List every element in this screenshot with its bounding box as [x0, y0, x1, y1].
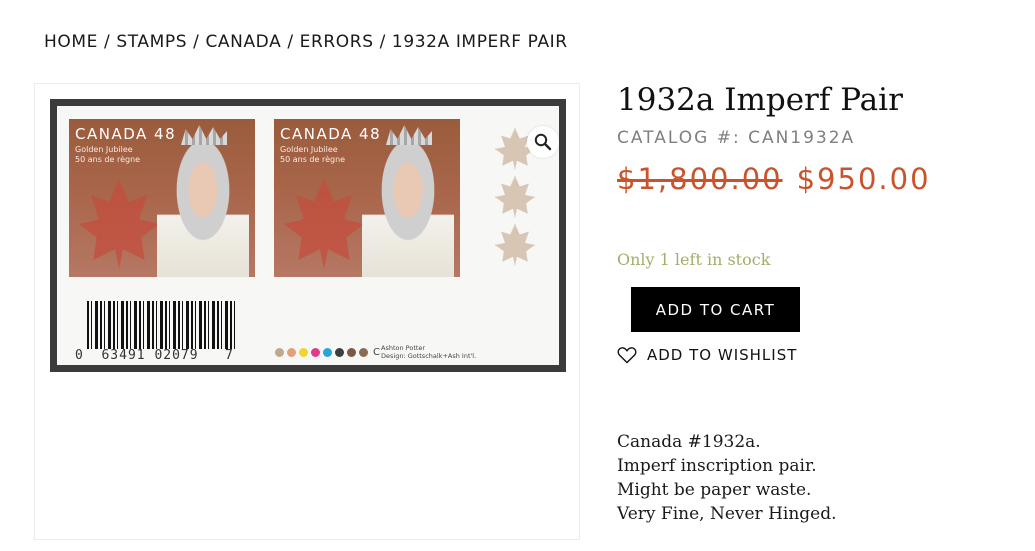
- color-dot: [335, 348, 344, 357]
- color-registration-dots: C: [275, 347, 380, 358]
- price-block: $1,800.00 $950.00: [617, 162, 1017, 196]
- stamp-subtitle-line1: Golden Jubilee: [75, 145, 133, 154]
- magnifier-icon: [534, 133, 552, 151]
- description-line: Might be paper waste.: [617, 480, 812, 500]
- breadcrumb-stamps[interactable]: STAMPS: [116, 32, 187, 52]
- sale-price: $950.00: [796, 162, 931, 196]
- stamp-title: CANADA 48: [75, 125, 177, 143]
- product-title: 1932a Imperf Pair: [617, 82, 903, 118]
- catalog-number: CATALOG #: CAN1932A: [617, 128, 1017, 148]
- stamp-subtitle-line1: Golden Jubilee: [280, 145, 338, 154]
- description-line: Canada #1932a.: [617, 432, 761, 452]
- catalog-value: CAN1932A: [748, 128, 856, 148]
- color-dot: [275, 348, 284, 357]
- original-price: $1,800.00: [617, 162, 783, 196]
- stamp-title: CANADA 48: [280, 125, 382, 143]
- stamp-right: CANADA 48 Golden Jubilee 50 ans de règne: [274, 119, 460, 277]
- color-dot: [311, 348, 320, 357]
- stamp-subtitle: Golden Jubilee 50 ans de règne: [75, 145, 140, 165]
- queen-portrait: [362, 137, 454, 277]
- color-dot: [347, 348, 356, 357]
- barcode: [87, 301, 235, 349]
- color-dot-suffix: C: [373, 347, 380, 358]
- stamp-paper: CANADA 48 Golden Jubilee 50 ans de règne …: [57, 106, 559, 365]
- breadcrumb-home[interactable]: HOME: [44, 32, 98, 52]
- wishlist-label: ADD TO WISHLIST: [647, 346, 798, 364]
- crown-graphic: [181, 125, 227, 145]
- maple-leaf-icon: [495, 224, 535, 266]
- maple-leaf-graphic: [284, 179, 364, 269]
- breadcrumb-errors[interactable]: ERRORS: [300, 32, 374, 52]
- breadcrumb-canada[interactable]: CANADA: [205, 32, 281, 52]
- breadcrumb-current: 1932A IMPERF PAIR: [391, 32, 568, 52]
- queen-portrait: [157, 137, 249, 277]
- color-dot: [287, 348, 296, 357]
- product-image[interactable]: CANADA 48 Golden Jubilee 50 ans de règne …: [50, 99, 566, 372]
- stamp-subtitle-line2: 50 ans de règne: [280, 155, 346, 164]
- credits-line1: Ashton Potter: [381, 344, 426, 352]
- maple-leaf-graphic: [79, 179, 159, 269]
- zoom-button[interactable]: [527, 126, 559, 158]
- stamp-subtitle-line2: 50 ans de règne: [75, 155, 141, 164]
- stamp-left: CANADA 48 Golden Jubilee 50 ans de règne: [69, 119, 255, 277]
- heart-icon: [617, 347, 637, 364]
- color-dot: [323, 348, 332, 357]
- barcode-digits: 0 63491 02079 7: [75, 348, 234, 363]
- stamp-subtitle: Golden Jubilee 50 ans de règne: [280, 145, 345, 165]
- breadcrumb-separator: /: [193, 32, 200, 52]
- add-to-cart-button[interactable]: ADD TO CART: [631, 287, 800, 332]
- product-description: Canada #1932a. Imperf inscription pair. …: [617, 430, 837, 526]
- description-line: Imperf inscription pair.: [617, 456, 817, 476]
- maple-leaf-icon: [495, 176, 535, 218]
- description-line: Very Fine, Never Hinged.: [617, 504, 837, 524]
- printer-credits: Ashton Potter Design: Gottschalk+Ash Int'…: [381, 344, 476, 360]
- add-to-wishlist-link[interactable]: ADD TO WISHLIST: [617, 346, 797, 364]
- product-gallery: CANADA 48 Golden Jubilee 50 ans de règne …: [34, 83, 580, 540]
- color-dot: [359, 348, 368, 357]
- credits-line2: Design: Gottschalk+Ash Int'l.: [381, 352, 477, 360]
- breadcrumb-separator: /: [287, 32, 294, 52]
- breadcrumb-separator: /: [379, 32, 386, 52]
- color-dot: [299, 348, 308, 357]
- stock-status: Only 1 left in stock: [617, 250, 771, 269]
- breadcrumb-separator: /: [103, 32, 111, 52]
- product-summary: 1932a Imperf Pair CATALOG #: CAN1932A $1…: [617, 80, 1017, 524]
- catalog-label: CATALOG #:: [617, 128, 741, 148]
- breadcrumb: HOME / STAMPS / CANADA / ERRORS/1932A IMPERF P…: [44, 32, 568, 52]
- crown-graphic: [386, 125, 432, 145]
